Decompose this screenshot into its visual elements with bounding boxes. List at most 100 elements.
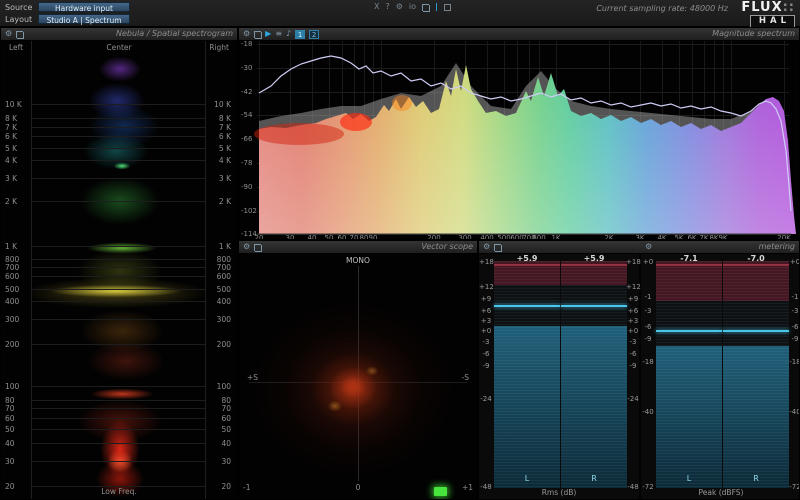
panel-expand-icon[interactable] [494,244,501,251]
correlation-indicator [434,487,447,496]
freq-tick-label: 300 [217,316,231,324]
low-freq-label: Low Freq. [1,488,237,496]
panel-expand-icon[interactable] [16,31,23,38]
meter-scale-label: +3 [479,318,493,325]
meter-scale-label: -9 [641,336,655,343]
source-select-button[interactable]: Hardware input [38,2,130,12]
play-icon[interactable]: ▶ [265,30,271,38]
vectorscope-canvas[interactable]: MONO +S -S -1 0 +1 [239,254,477,499]
list-icon[interactable]: ≡ [275,30,282,38]
freq-tick-label: 60 [221,415,231,423]
freq-tick-label: 1 K [219,243,231,251]
meter-texture [723,261,789,488]
meter-bar-icon[interactable]: | [435,3,438,11]
freq-tick-label: 8 K [5,115,17,123]
freq-gridline [32,344,205,345]
hal-logo: HAL [750,15,795,28]
panel-settings-icon[interactable]: ⚙ [483,243,490,251]
meter-scale-label: +9 [626,296,640,303]
window-icon[interactable] [444,4,451,11]
freq-tick-label: 50 [5,426,15,434]
freq-gridline [32,301,205,302]
meter-scale-label: +0 [626,328,640,335]
meter-texture [494,261,560,488]
freq-gridline [32,400,205,401]
meter-scale-label: +0 [788,259,799,266]
freq-tick-label: 3 K [219,175,231,183]
panel-settings-icon[interactable]: ⚙ [243,30,250,38]
meter-scale-label: -3 [641,308,655,315]
freq-tick-label: 10 K [5,101,22,109]
freq-tick-label: 30 [221,458,231,466]
vectorscope-title: Vector scope [421,243,473,251]
spectrum-canvas[interactable]: -18-30-42-54-66-78-90-102-11420304050607… [239,41,799,239]
nebula-header: ⚙ Nebula / Spatial spectrogram [1,28,237,41]
meter-bar-left: L [494,261,560,488]
freq-gridline [32,386,205,387]
freq-tick-label: 400 [217,298,231,306]
freq-gridline [32,118,205,119]
spectrum-header: ⚙ ▶ ≡ ♪ 1 2 Magnitude spectrum [239,28,799,41]
panel-settings-icon[interactable]: ⚙ [243,243,250,251]
io-icon[interactable]: io [409,3,416,11]
meter-bar-right: R [723,261,789,488]
freq-tick-label: 600 [217,273,231,281]
freq-tick-label: 5 K [5,145,17,153]
fullscreen-icon[interactable] [422,4,429,11]
freq-tick-label: 20 [5,483,15,491]
nebula-canvas[interactable]: Left Center Right Low Freq. 10 K10 K8 K8… [1,41,237,499]
settings-gear-icon[interactable]: ⚙ [396,3,403,11]
meter-bar-left: L [656,261,722,488]
freq-tick-label: 8 K [219,115,231,123]
panel-settings-icon[interactable]: ⚙ [5,30,12,38]
freq-gridline [32,267,205,268]
layout-label: Layout [5,16,32,24]
freq-tick-label: 100 [217,383,231,391]
meter-scale-label: -6 [479,351,493,358]
meter-scale-label: -3 [479,339,493,346]
meter-scale-label: -9 [626,363,640,370]
panel-expand-icon[interactable] [254,31,261,38]
meter-scale-label: -1 [641,294,655,301]
spectrum-plot [239,41,799,239]
freq-tick-label: 60 [5,415,15,423]
freq-tick-label: 2 K [219,198,231,206]
layout-select-button[interactable]: Studio A | Spectrum [38,14,130,24]
meter-value-marker [561,305,627,307]
spectrum-hot-spot [392,95,412,111]
vectorscope-panel: ⚙ Vector scope MONO +S -S -1 0 +1 [238,240,478,500]
meter-scale-label: -9 [788,336,799,343]
close-icon[interactable]: X [374,3,379,11]
freq-tick-label: 2 K [5,198,17,206]
freq-gridline [32,104,205,105]
meter-scale-left: +0-1-3-6-9-18-40-72 [641,254,655,499]
meter-scale-label: +6 [479,308,493,315]
meter-scale-label: +18 [626,259,640,266]
freq-gridline [32,201,205,202]
page-2-button[interactable]: 2 [309,30,319,39]
freq-tick-label: 7 K [5,124,17,132]
freq-tick-label: 4 K [5,157,17,165]
note-icon[interactable]: ♪ [286,30,291,38]
freq-tick-label: 500 [217,286,231,294]
panel-expand-icon[interactable] [254,244,261,251]
help-icon[interactable]: ? [385,3,389,11]
meter-scale-label: +0 [641,259,655,266]
meter-caption: Rms (dB) [479,489,639,497]
meter-scale-label: -3 [626,339,640,346]
freq-gridline [32,178,205,179]
magnitude-spectrum-panel: ⚙ ▶ ≡ ♪ 1 2 Magnitude spectrum -18-30-42… [238,27,800,240]
page-1-button[interactable]: 1 [295,30,305,39]
panel-settings-icon[interactable]: ⚙ [645,243,652,251]
freq-tick-label: 400 [5,298,19,306]
freq-gridline [32,461,205,462]
metering-canvas: +5.9 +5.9 +18+12+9+6+3+0-3-6-9-24-48 +18… [479,254,799,499]
channel-label: L [494,475,560,483]
freq-tick-label: 200 [5,341,19,349]
freq-tick-label: 30 [5,458,15,466]
meter-scale-label: +3 [626,318,640,325]
freq-tick-label: 600 [5,273,19,281]
freq-tick-label: 70 [5,405,15,413]
meter-scale-label: -6 [788,324,799,331]
meter-scale-label: -9 [479,363,493,370]
